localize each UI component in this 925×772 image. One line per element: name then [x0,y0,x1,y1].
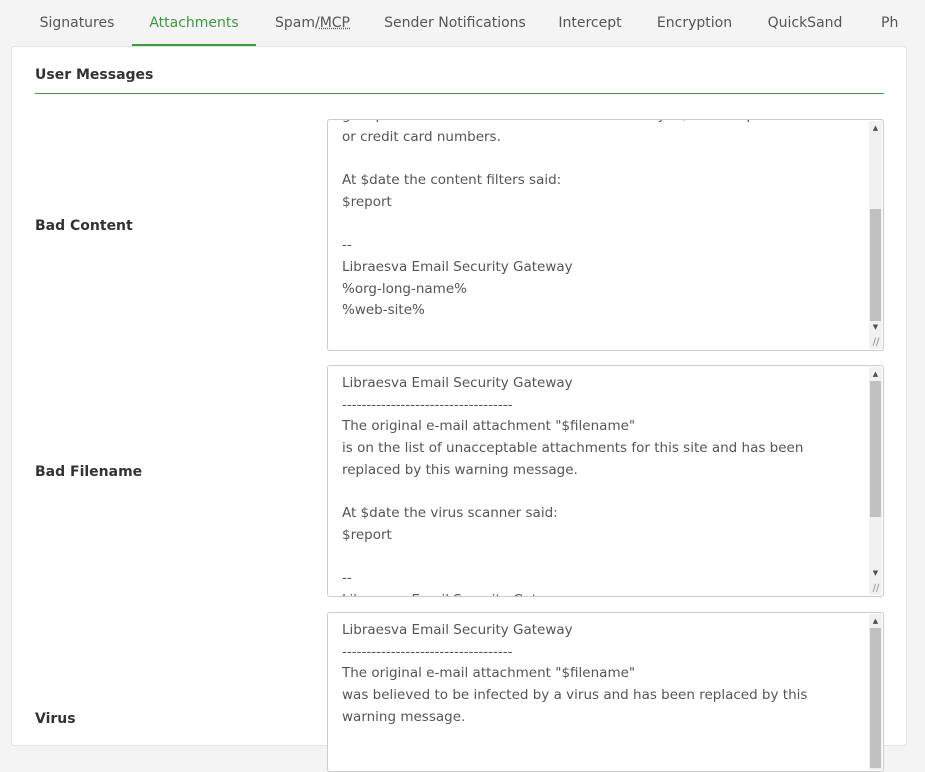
bad-filename-text: Libraesva Email Security Gateway -------… [342,375,804,596]
bad-filename-textarea[interactable]: Libraesva Email Security Gateway -------… [327,365,884,597]
bad-filename-scrollbar[interactable]: ▲ ▼ [869,367,882,595]
tab-attachments[interactable]: Attachments [132,0,256,46]
scrollbar-thumb[interactable] [870,381,881,517]
virus-label: Virus [35,711,76,727]
user-messages-panel: User Messages Bad Content gain personal … [11,46,907,772]
scroll-down-icon[interactable]: ▼ [869,567,882,580]
tab-quicksand[interactable]: QuickSand [760,0,850,46]
section-title: User Messages [35,67,154,83]
scroll-up-icon[interactable]: ▲ [869,615,882,628]
virus-scrollbar[interactable]: ▲ [869,614,882,770]
resize-grip-icon[interactable]: ∕∕ [870,337,882,349]
tab-spam-mcp[interactable]: Spam/MCP [266,0,359,46]
resize-grip-icon[interactable]: ∕∕ [870,583,882,595]
scroll-up-icon[interactable]: ▲ [869,122,882,135]
bad-filename-label: Bad Filename [35,464,143,480]
tab-intercept[interactable]: Intercept [551,0,629,46]
bad-content-text: gain personal or confidential informatio… [342,120,818,319]
virus-text: Libraesva Email Security Gateway -------… [342,622,808,725]
bad-content-label: Bad Content [35,218,133,234]
section-divider [35,93,884,94]
scrollbar-thumb[interactable] [870,628,881,768]
bad-content-textarea[interactable]: gain personal or confidential informatio… [327,119,884,351]
tab-encryption[interactable]: Encryption [649,0,740,46]
virus-textarea[interactable]: Libraesva Email Security Gateway -------… [327,612,884,772]
bad-content-scrollbar[interactable]: ▲ ▼ [869,121,882,349]
tab-bar: Signatures Attachments Spam/MCP Sender N… [0,0,925,46]
tab-spam-label: Spam/ [274,15,320,31]
scroll-down-icon[interactable]: ▼ [869,321,882,334]
tab-signatures[interactable]: Signatures [32,0,122,46]
scrollbar-thumb[interactable] [870,209,881,321]
tab-ph[interactable]: Ph [872,0,912,46]
tab-mcp-abbr: MCP [319,15,350,31]
scroll-up-icon[interactable]: ▲ [869,368,882,381]
tab-sender-notifications[interactable]: Sender Notifications [379,0,531,46]
